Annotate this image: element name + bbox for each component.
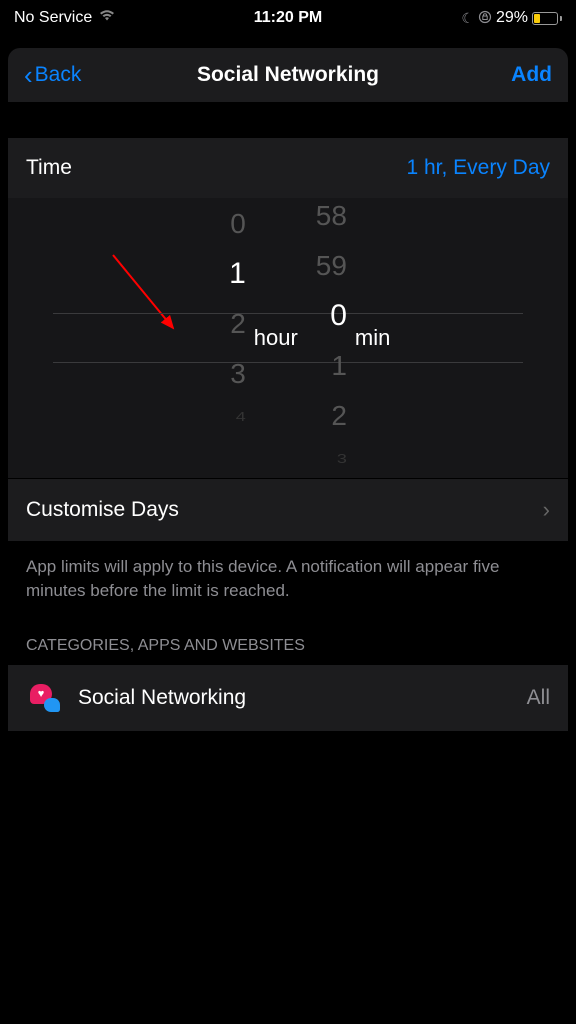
customize-label: Customise Days	[26, 498, 179, 522]
time-picker-section: 0 1 2 3 4 hour 56 57 58 59 0 1 2 3	[8, 198, 568, 478]
category-label: Social Networking	[78, 686, 513, 710]
status-bar: No Service 11:20 PM ☾ 29%	[0, 0, 576, 36]
hour-unit: hour	[254, 325, 298, 351]
back-button[interactable]: ‹ Back	[24, 62, 81, 88]
minutes-picker[interactable]: 56 57 58 59 0 1 2 3 min	[316, 204, 347, 472]
wifi-icon	[98, 9, 116, 27]
social-networking-icon: ♥	[26, 679, 64, 717]
hours-picker[interactable]: 0 1 2 3 4 hour	[229, 204, 246, 472]
time-row[interactable]: Time 1 hr, Every Day	[8, 138, 568, 198]
battery-percent: 29%	[496, 9, 528, 27]
categories-header: CATEGORIES, APPS AND WEBSITES	[8, 617, 568, 665]
status-left: No Service	[14, 9, 116, 27]
min-unit: min	[355, 325, 390, 351]
customize-section: Customise Days ›	[8, 478, 568, 541]
category-value: All	[527, 686, 550, 710]
picker-min-option: 1	[331, 346, 347, 386]
chevron-right-icon: ›	[543, 497, 550, 523]
carrier-text: No Service	[14, 9, 92, 27]
battery-icon	[532, 12, 562, 25]
dnd-icon: ☾	[461, 10, 474, 27]
time-value: 1 hr, Every Day	[406, 156, 550, 180]
time-picker[interactable]: 0 1 2 3 4 hour 56 57 58 59 0 1 2 3	[8, 198, 568, 478]
picker-min-selected: 0	[330, 296, 347, 336]
picker-min-option: 59	[316, 246, 347, 286]
back-label: Back	[35, 63, 82, 87]
picker-min-option: 58	[316, 198, 347, 236]
picker-hour-option: 2	[230, 304, 246, 344]
nav-bar: ‹ Back Social Networking Add	[8, 48, 568, 102]
orientation-lock-icon	[478, 10, 492, 27]
chevron-left-icon: ‹	[24, 62, 33, 88]
status-right: ☾ 29%	[461, 9, 562, 27]
picker-hour-option: 4	[236, 408, 246, 426]
time-section: Time 1 hr, Every Day	[8, 138, 568, 198]
footer-description: App limits will apply to this device. A …	[8, 541, 568, 617]
time-label: Time	[26, 156, 72, 180]
page-title: Social Networking	[197, 63, 379, 87]
picker-hour-option: 0	[230, 204, 246, 244]
status-time: 11:20 PM	[254, 9, 322, 27]
customize-days-row[interactable]: Customise Days ›	[8, 478, 568, 541]
picker-min-option: 3	[337, 450, 347, 468]
picker-hour-selected: 1	[229, 254, 246, 294]
picker-min-option: 2	[331, 396, 347, 436]
picker-hour-option: 3	[230, 354, 246, 394]
category-row[interactable]: ♥ Social Networking All	[8, 665, 568, 731]
add-button[interactable]: Add	[511, 63, 552, 87]
annotation-arrow	[108, 250, 208, 350]
